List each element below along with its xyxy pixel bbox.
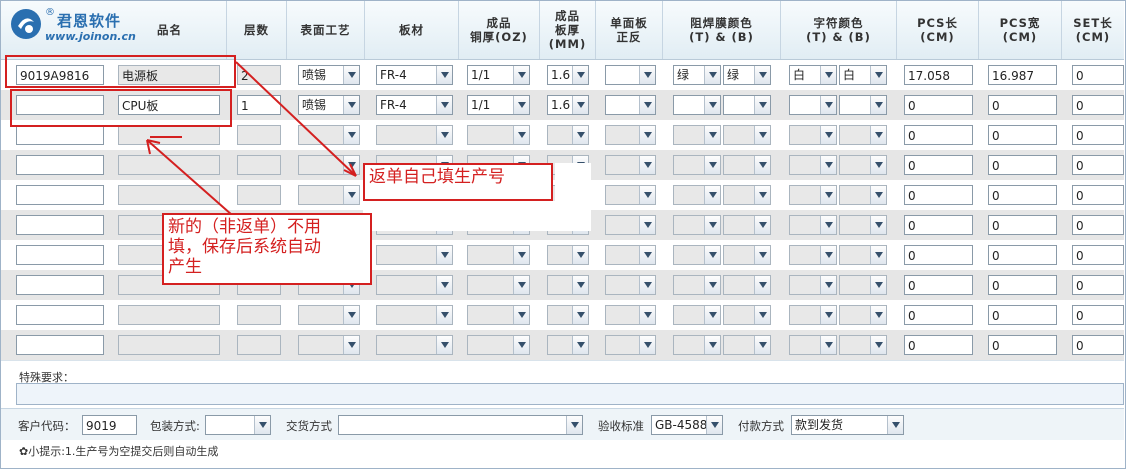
- annotation-note-line: 新的（非返单）不用: [168, 217, 321, 237]
- annotation-note-line: 填，保存后系统自动: [168, 237, 321, 257]
- annotation-note-new-order: 新的（非返单）不用 填，保存后系统自动 产生: [162, 213, 372, 285]
- annotation-note-line: 产生: [168, 257, 202, 277]
- annotation-note-reorder: 返单自己填生产号: [363, 163, 553, 201]
- annotation-note-backdrop: [363, 201, 591, 231]
